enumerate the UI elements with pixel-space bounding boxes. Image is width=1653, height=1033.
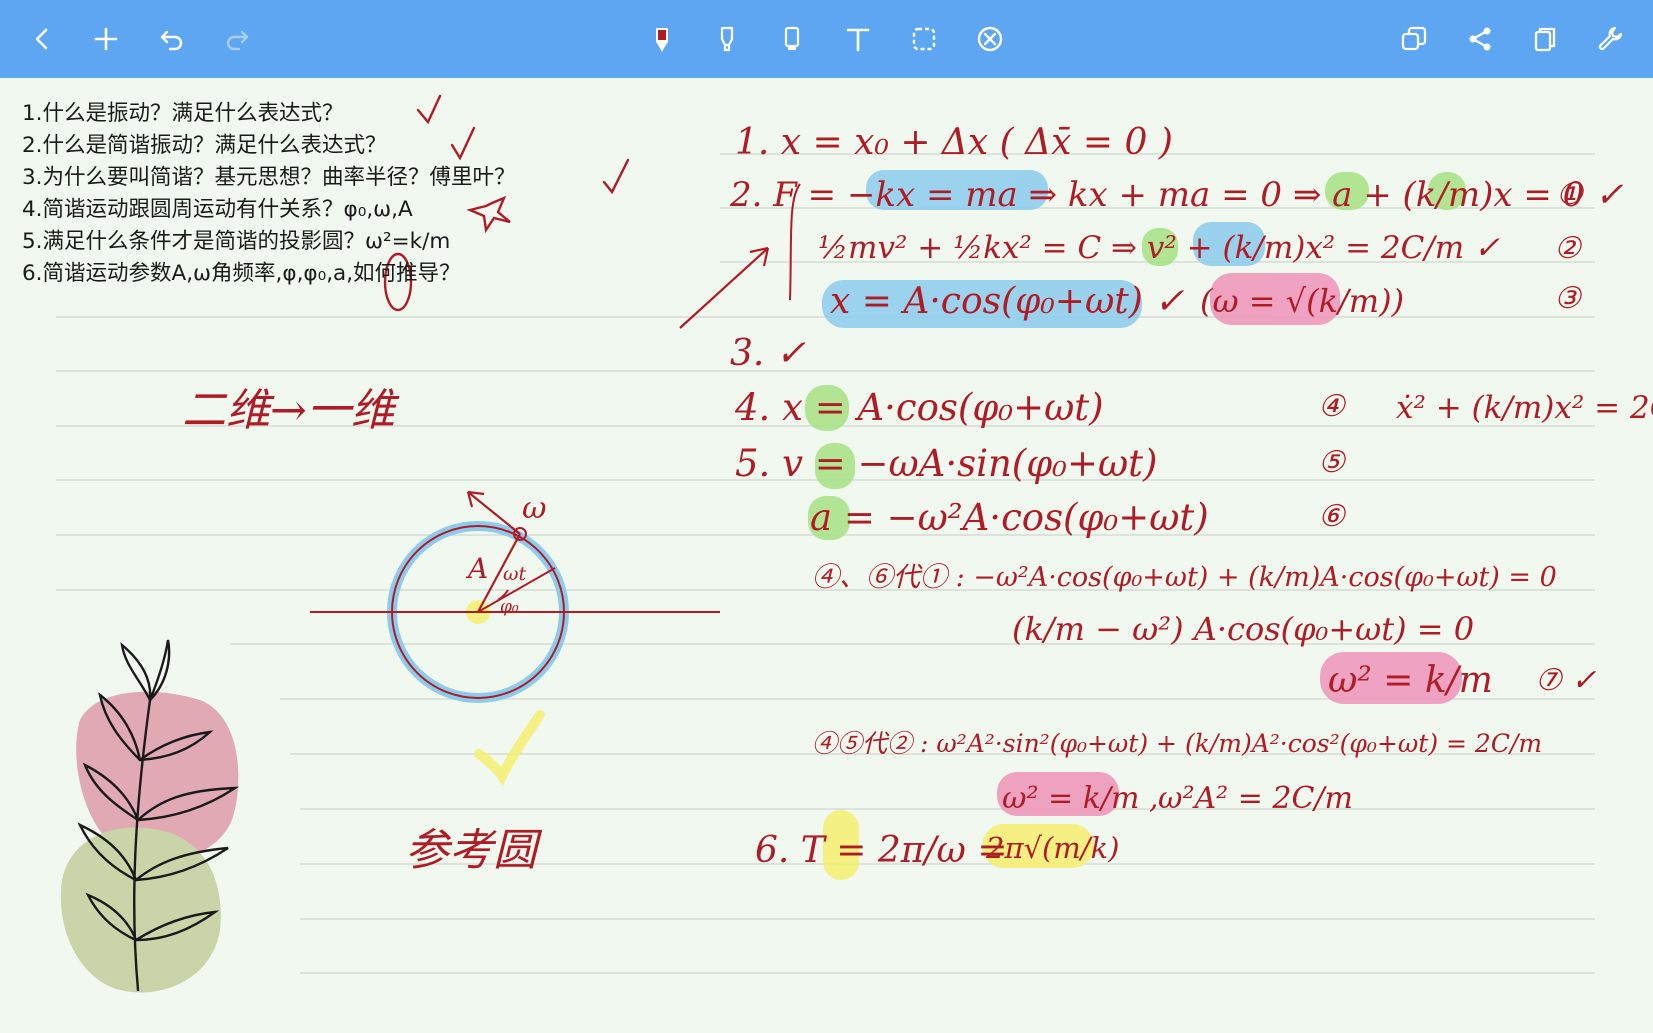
- pages-icon[interactable]: [1523, 17, 1567, 61]
- note-line-5b-tag: ⑥: [1318, 499, 1347, 534]
- note-line-3: 3. ✓: [730, 333, 806, 374]
- back-icon[interactable]: [20, 17, 64, 61]
- undo-icon[interactable]: [150, 17, 194, 61]
- toolbar: [0, 0, 1653, 78]
- note-line-9: ④⑤代② : ω²A²·sin²(φ₀+ωt) + (k/m)A²·cos²(φ…: [812, 729, 1542, 758]
- layers-icon[interactable]: [1392, 17, 1436, 61]
- settings-wrench-icon[interactable]: [1588, 17, 1632, 61]
- redo-icon[interactable]: [215, 17, 259, 61]
- reference-circle-diagram: A ω ωt φ₀ 参考圆: [310, 490, 720, 876]
- note-line-11a: 6. T = 2π/ω =: [755, 830, 1008, 871]
- lasso-select-icon[interactable]: [902, 17, 946, 61]
- circle-label-wt: ωt: [503, 563, 526, 585]
- question-item: 6.简谐运动参数A,ω角频率,φ,φ₀,a,如何推导？: [22, 261, 461, 286]
- note-line-4-tag: ④: [1318, 389, 1347, 424]
- side-equation: ẋ² + (k/m)x² = 2C/m: [1396, 390, 1653, 426]
- note-line-5: 5. v = −ωA·sin(φ₀+ωt): [735, 442, 1157, 485]
- annotation-arrow: [679, 246, 770, 329]
- note-line-5b: a = −ω²A·cos(φ₀+ωt): [810, 496, 1209, 539]
- note-line-2b: ½mv² + ½kx² = C ⇒ v² + (k/m)x² = 2C/m ✓: [818, 230, 1500, 266]
- question-item: 3.为什么要叫简谐？基元思想？曲率半径？傅里叶？: [22, 165, 516, 190]
- pen-icon[interactable]: [640, 17, 684, 61]
- note-line-8: ω² = k/m: [1328, 660, 1493, 701]
- question-item: 5.满足什么条件才是简谐的投影圆？ω²=k/m: [22, 229, 451, 254]
- note-line-4: 4. x = A·cos(φ₀+ωt): [734, 386, 1104, 429]
- note-line-10a: ω² = k/m ,: [1002, 781, 1159, 816]
- text-icon[interactable]: [836, 17, 880, 61]
- note-line-8-tag: ⑦ ✓: [1535, 663, 1597, 698]
- note-line-2b-tag: ②: [1554, 231, 1583, 266]
- handwritten-notes: 1. x = x₀ + Δx ( Δx̄ = 0 ) 2. F = −kx = …: [729, 122, 1653, 871]
- circle-caption: 参考圆: [405, 825, 543, 876]
- question-item: 4.简谐运动跟圆周运动有什关系？φ₀,ω,A: [22, 197, 413, 222]
- highlighter-icon[interactable]: [705, 17, 749, 61]
- circle-label-a: A: [465, 552, 488, 585]
- circle-label-omega: ω: [522, 491, 546, 526]
- note-line-1: 1. x = x₀ + Δx ( Δx̄ = 0 ): [735, 122, 1173, 163]
- note-line-2c: x = A·cos(φ₀+ωt) ✓: [830, 281, 1184, 322]
- share-icon[interactable]: [1458, 17, 1502, 61]
- note-line-11b: 2π√(m/k): [985, 831, 1119, 865]
- note-line-2-tag: ①: [1556, 177, 1585, 212]
- circle-label-phi: φ₀: [500, 597, 519, 617]
- note-line-2c-tag: ③: [1554, 281, 1583, 316]
- plant-decoration: [60, 639, 240, 993]
- question-item: 2.什么是简谐振动？满足什么表达式？: [22, 133, 387, 158]
- clear-icon[interactable]: [968, 17, 1012, 61]
- eraser-icon[interactable]: [770, 17, 814, 61]
- note-line-10b: ω²A² = 2C/m: [1158, 781, 1353, 816]
- note-line-7: (k/m − ω²) A·cos(φ₀+ωt) = 0: [1012, 610, 1474, 648]
- note-line-5-tag: ⑤: [1318, 445, 1347, 480]
- left-heading: 二维→一维: [182, 385, 400, 436]
- question-list: 1.什么是振动？满足什么表达式？ 2.什么是简谐振动？满足什么表达式？ 3.为什…: [22, 98, 516, 290]
- note-line-6: ④、⑥代① : −ω²A·cos(φ₀+ωt) + (k/m)A·cos(φ₀+…: [812, 562, 1557, 593]
- add-icon[interactable]: [84, 17, 128, 61]
- question-item: 1.什么是振动？满足什么表达式？: [22, 101, 344, 126]
- note-line-2c-omega: (ω = √(k/m)): [1200, 282, 1404, 320]
- note-line-2: 2. F = −kx = ma ⇒ kx + ma = 0 ⇒ a + (k/m…: [729, 175, 1624, 215]
